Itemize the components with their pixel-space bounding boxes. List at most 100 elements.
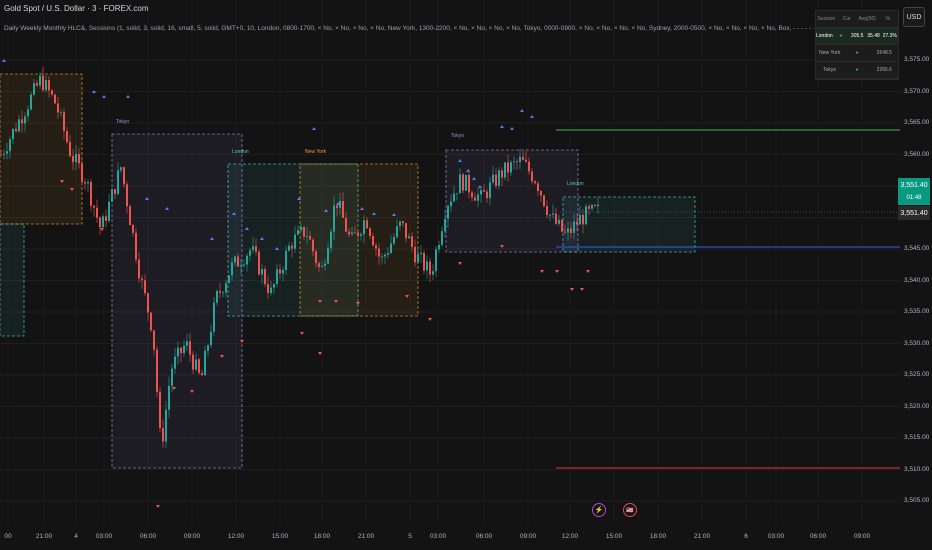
candle-body	[360, 234, 362, 236]
candle-body	[330, 231, 332, 249]
price-tick-label: 3,510.00	[904, 465, 930, 473]
candle-body	[141, 278, 143, 281]
candle-body	[525, 159, 527, 162]
time-tick-label: 6	[744, 533, 748, 540]
indicator-settings-line[interactable]: Daily Weekly Monthly HLC&, Sessions (1, …	[4, 24, 814, 32]
candle-body	[117, 170, 119, 194]
candle-body	[225, 283, 227, 293]
candle-body	[585, 206, 587, 225]
price-tick-label: 3,565.00	[904, 119, 930, 126]
candle-body	[375, 245, 377, 249]
candle-body	[228, 275, 230, 284]
session-label-london: London	[567, 181, 584, 187]
candle-body	[534, 181, 536, 184]
candle-body	[354, 232, 356, 234]
candle-body	[465, 175, 467, 191]
candle-body	[45, 80, 47, 91]
candle-body	[78, 154, 80, 164]
candle-body	[402, 221, 404, 224]
candle-body	[285, 250, 287, 270]
candle-body	[114, 189, 116, 194]
candle-body	[27, 109, 29, 117]
candle-body	[384, 254, 386, 257]
candle-body	[372, 235, 374, 246]
candle-body	[318, 263, 320, 268]
candle-body	[255, 246, 257, 252]
candle-body	[276, 269, 278, 284]
time-tick-label: 18:00	[649, 533, 667, 540]
symbol-title[interactable]: Gold Spot / U.S. Dollar · 3 · FOREX.com	[4, 4, 148, 13]
candle-body	[234, 256, 236, 263]
status-dot: ●	[839, 33, 843, 39]
candle-body	[327, 248, 329, 264]
time-tick-label: 21:00	[35, 533, 53, 540]
candle-body	[294, 234, 296, 249]
candle-body	[135, 232, 137, 260]
candle-body	[315, 251, 317, 264]
candle-body	[261, 269, 263, 275]
candle-body	[267, 284, 269, 293]
candle-body	[18, 119, 20, 132]
candle-body	[546, 205, 548, 216]
signal-down-marker	[570, 288, 574, 291]
candle-body	[432, 271, 434, 275]
candle-body	[66, 131, 68, 142]
time-tick-label: 15:00	[605, 533, 623, 540]
candle-body	[549, 214, 551, 216]
session-box	[299, 163, 419, 317]
candle-body	[3, 153, 5, 155]
event-flash-icon[interactable]: ⚡	[592, 503, 606, 517]
candle-body	[249, 250, 251, 256]
candle-body	[183, 345, 185, 354]
candle-body	[270, 287, 272, 293]
candle-body	[420, 252, 422, 255]
candle-body	[33, 82, 35, 95]
candle-body	[366, 220, 368, 229]
price-tick-label: 3,575.00	[904, 56, 930, 63]
price-tick-label: 3,505.00	[904, 497, 930, 504]
candle-body	[9, 139, 11, 152]
candle-body	[246, 255, 248, 265]
candle-body	[309, 235, 311, 240]
candle-body	[576, 221, 578, 225]
candle-body	[159, 391, 161, 428]
candle-body	[459, 174, 461, 194]
time-tick-label: 03:00	[767, 533, 785, 540]
session-stats-table: Session Cur Avg(50) % London ● 305.5 35.…	[815, 10, 899, 80]
price-chart[interactable]	[0, 0, 932, 550]
candle-body	[207, 345, 209, 351]
currency-button[interactable]: USD	[903, 7, 925, 27]
candle-body	[297, 229, 299, 235]
candle-body	[462, 174, 464, 191]
candle-body	[129, 206, 131, 225]
candle-body	[543, 195, 545, 206]
candle-body	[264, 269, 266, 285]
candle-body	[564, 231, 566, 233]
candle-body	[387, 252, 389, 255]
candle-body	[102, 216, 104, 228]
candle-body	[357, 232, 359, 236]
candle-body	[528, 161, 530, 172]
candle-body	[522, 156, 524, 160]
candle-body	[504, 162, 506, 178]
table-row: New York ● 2648.5	[816, 45, 898, 62]
candle-body	[282, 269, 284, 274]
candle-body	[405, 223, 407, 239]
candle-body	[333, 205, 335, 232]
candle-body	[201, 372, 203, 376]
candle-body	[345, 217, 347, 232]
candle-body	[105, 216, 107, 221]
signal-up-marker	[102, 95, 106, 98]
candle-body	[87, 181, 89, 184]
candle-body	[174, 356, 176, 369]
candle-body	[348, 231, 350, 235]
candle-body	[96, 207, 98, 218]
candle-body	[108, 201, 110, 221]
signal-down-marker	[100, 228, 104, 231]
candle-body	[474, 197, 476, 201]
candle-body	[435, 249, 437, 272]
candle-body	[180, 347, 182, 354]
candle-body	[54, 94, 56, 104]
candle-body	[162, 427, 164, 442]
event-us-flag-icon[interactable]: 🇺🇸	[623, 503, 637, 517]
